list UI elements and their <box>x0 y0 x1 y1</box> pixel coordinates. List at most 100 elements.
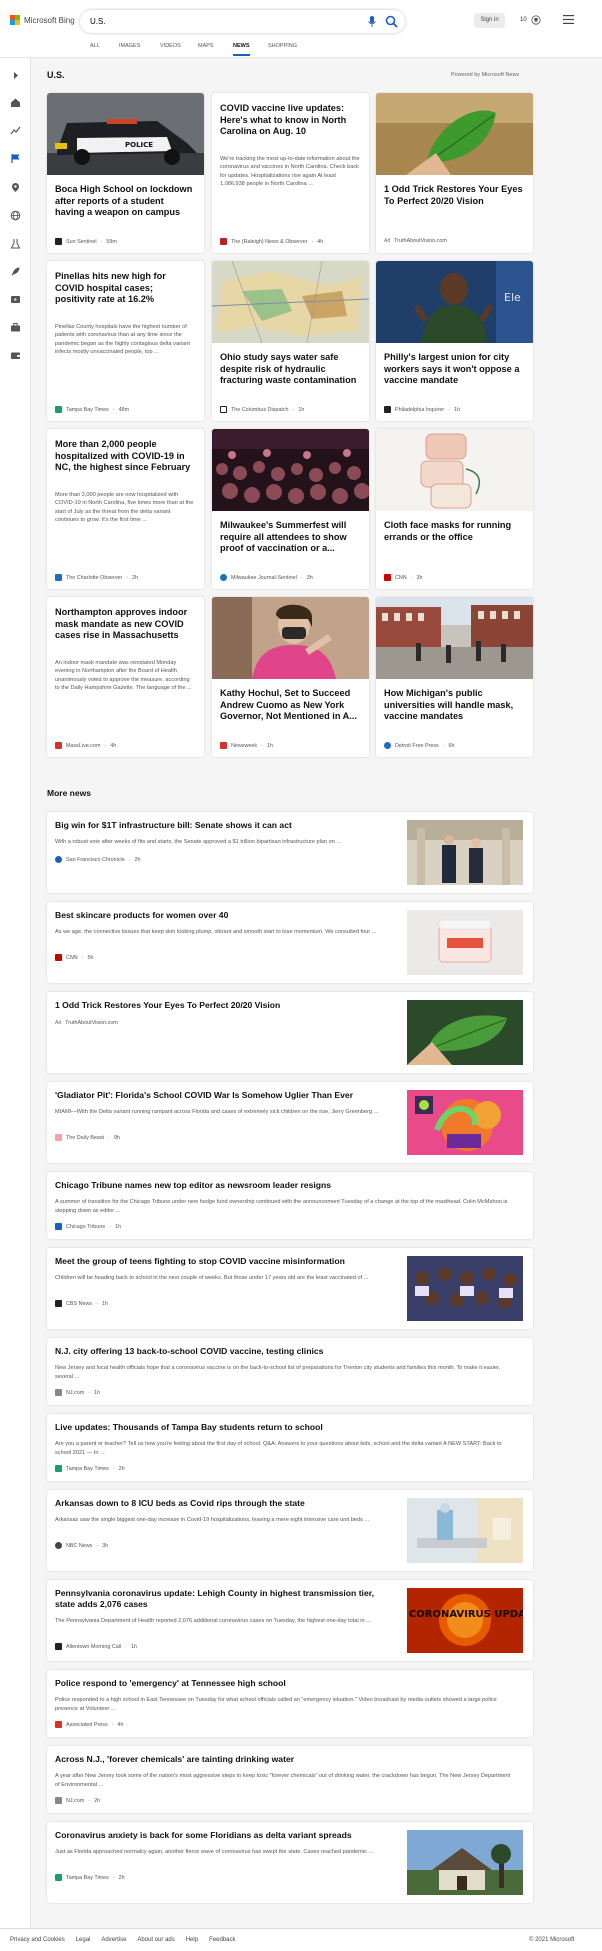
item-title[interactable]: Live updates: Thousands of Tampa Bay stu… <box>55 1422 323 1433</box>
trophy-icon <box>531 15 541 25</box>
item-title[interactable]: Big win for $1T infrastructure bill: Sen… <box>55 820 292 831</box>
card-title[interactable]: Boca High School on lockdown after repor… <box>55 184 195 219</box>
item-title[interactable]: Chicago Tribune names new top editor as … <box>55 1180 331 1191</box>
footer-link-feedback[interactable]: Feedback <box>209 1937 235 1943</box>
news-list-item[interactable]: Pennsylvania coronavirus update: Lehigh … <box>47 1580 533 1661</box>
ad-list-item[interactable]: 1 Odd Trick Restores Your Eyes To Perfec… <box>47 992 533 1073</box>
ad-card[interactable]: 1 Odd Trick Restores Your Eyes To Perfec… <box>376 93 533 253</box>
search-input[interactable] <box>90 14 345 29</box>
item-title[interactable]: Best skincare products for women over 40 <box>55 910 228 921</box>
news-list-item[interactable]: Live updates: Thousands of Tampa Bay stu… <box>47 1414 533 1481</box>
card-title[interactable]: Milwaukee's Summerfest will require all … <box>220 520 360 555</box>
item-title[interactable]: 'Gladiator Pit': Florida's School COVID … <box>55 1090 353 1101</box>
card-title[interactable]: Northampton approves indoor mask mandate… <box>55 607 195 642</box>
item-description: New Jersey and local health officials ho… <box>55 1365 501 1380</box>
news-card[interactable]: Ele Philly's largest union for city work… <box>376 261 533 421</box>
bing-logo[interactable]: Microsoft Bing <box>10 15 75 25</box>
card-title[interactable]: How Michigan's public universities will … <box>384 688 524 723</box>
tab-news[interactable]: NEWS <box>233 43 250 56</box>
news-card[interactable]: How Michigan's public universities will … <box>376 597 533 757</box>
card-description: Pinellas County hospitals have the highe… <box>55 324 190 356</box>
source-name: CNN <box>395 574 407 581</box>
search-icon[interactable] <box>385 15 398 28</box>
footer-link-privacy[interactable]: Privacy and Cookies <box>10 1937 65 1943</box>
briefcase-icon[interactable] <box>10 322 21 333</box>
source-name: CNN <box>66 954 78 961</box>
item-source: CBS News · 1h <box>55 1300 108 1307</box>
item-description: MIAMI—With the Delta variant running ram… <box>55 1109 379 1115</box>
card-title[interactable]: Ohio study says water safe despite risk … <box>220 352 360 387</box>
news-list-item[interactable]: Across N.J., 'forever chemicals' are tai… <box>47 1746 533 1813</box>
science-icon[interactable] <box>10 238 21 249</box>
home-icon[interactable] <box>10 97 21 108</box>
news-list-item[interactable]: Chicago Tribune names new top editor as … <box>47 1172 533 1239</box>
news-list-item[interactable]: Big win for $1T infrastructure bill: Sen… <box>47 812 533 893</box>
source-name: Philadelphia Inquirer <box>395 406 445 413</box>
sign-in-button[interactable]: Sign in <box>474 13 505 28</box>
wallet-icon[interactable] <box>10 350 21 361</box>
tab-shopping[interactable]: SHOPPING <box>268 43 297 56</box>
news-list-item[interactable]: 'Gladiator Pit': Florida's School COVID … <box>47 1082 533 1163</box>
tab-images[interactable]: IMAGES <box>119 43 140 56</box>
microphone-icon[interactable] <box>366 15 378 28</box>
video-icon[interactable] <box>10 294 21 305</box>
news-card[interactable]: More than 2,000 people hospitalized with… <box>47 429 204 589</box>
location-pin-icon[interactable] <box>10 182 21 193</box>
card-title[interactable]: Philly's largest union for city workers … <box>384 352 524 387</box>
card-title[interactable]: More than 2,000 people hospitalized with… <box>55 439 195 474</box>
card-source: Tampa Bay Times · 48m <box>55 406 129 413</box>
rewards-button[interactable]: 10 <box>520 15 541 25</box>
rocket-icon[interactable] <box>10 266 21 277</box>
news-card[interactable]: COVID vaccine live updates: Here's what … <box>212 93 369 253</box>
news-list-item[interactable]: Coronavirus anxiety is back for some Flo… <box>47 1822 533 1903</box>
source-name: The Daily Beast <box>66 1134 105 1141</box>
source-name: The (Raleigh) News & Observer <box>231 238 308 245</box>
source-separator: · <box>112 1874 115 1881</box>
image-title: PA CORONAVIRUS UPDATE <box>407 1609 523 1620</box>
item-title[interactable]: Police respond to 'emergency' at Tenness… <box>55 1678 286 1689</box>
trending-icon[interactable] <box>10 125 21 136</box>
news-card[interactable]: Pinellas hits new high for COVID hospita… <box>47 261 204 421</box>
globe-icon[interactable] <box>10 210 21 221</box>
card-source: CNN · 3h <box>384 574 422 581</box>
hamburger-menu-icon[interactable] <box>563 15 574 24</box>
news-card[interactable]: Kathy Hochul, Set to Succeed Andrew Cuom… <box>212 597 369 757</box>
footer-link-about-ads[interactable]: About our ads <box>137 1937 174 1943</box>
source-separator: · <box>108 1134 110 1141</box>
tab-all[interactable]: ALL <box>90 43 100 56</box>
source-separator: · <box>261 742 263 749</box>
footer-link-advertise[interactable]: Advertise <box>101 1937 126 1943</box>
news-list-item[interactable]: Best skincare products for women over 40… <box>47 902 533 983</box>
item-title[interactable]: Coronavirus anxiety is back for some Flo… <box>55 1830 352 1841</box>
item-title[interactable]: Pennsylvania coronavirus update: Lehigh … <box>55 1588 395 1610</box>
item-description: Just as Florida approached normalcy agai… <box>55 1849 374 1855</box>
item-title[interactable]: 1 Odd Trick Restores Your Eyes To Perfec… <box>55 1000 280 1011</box>
news-card[interactable]: Cloth face masks for running errands or … <box>376 429 533 589</box>
news-list-item[interactable]: N.J. city offering 13 back-to-school COV… <box>47 1338 533 1405</box>
flag-us-icon[interactable] <box>10 153 21 164</box>
card-title[interactable]: Cloth face masks for running errands or … <box>384 520 524 543</box>
footer-link-legal[interactable]: Legal <box>76 1937 91 1943</box>
expand-arrow-icon[interactable] <box>10 70 21 81</box>
news-card[interactable]: POLICE Boca High School on lockdown afte… <box>47 93 204 253</box>
footer-link-help[interactable]: Help <box>186 1937 198 1943</box>
card-title[interactable]: Pinellas hits new high for COVID hospita… <box>55 271 195 306</box>
news-card[interactable]: Ohio study says water safe despite risk … <box>212 261 369 421</box>
item-title[interactable]: N.J. city offering 13 back-to-school COV… <box>55 1346 323 1357</box>
card-title[interactable]: Kathy Hochul, Set to Succeed Andrew Cuom… <box>220 688 360 723</box>
news-list-item[interactable]: Arkansas down to 8 ICU beds as Covid rip… <box>47 1490 533 1571</box>
news-card[interactable]: Northampton approves indoor mask mandate… <box>47 597 204 757</box>
item-title[interactable]: Arkansas down to 8 ICU beds as Covid rip… <box>55 1498 305 1509</box>
card-title[interactable]: 1 Odd Trick Restores Your Eyes To Perfec… <box>384 184 524 207</box>
source-name: Milwaukee Journal-Sentinel <box>231 574 297 581</box>
news-list-item[interactable]: Police respond to 'emergency' at Tenness… <box>47 1670 533 1737</box>
item-title[interactable]: Meet the group of teens fighting to stop… <box>55 1256 345 1267</box>
card-title[interactable]: COVID vaccine live updates: Here's what … <box>220 103 360 138</box>
news-list-item[interactable]: Meet the group of teens fighting to stop… <box>47 1248 533 1329</box>
item-title[interactable]: Across N.J., 'forever chemicals' are tai… <box>55 1754 294 1765</box>
news-card[interactable]: Milwaukee's Summerfest will require all … <box>212 429 369 589</box>
tab-videos[interactable]: VIDEOS <box>160 43 181 56</box>
item-description: The Pennsylvania Department of Health re… <box>55 1618 371 1624</box>
tab-maps[interactable]: MAPS <box>198 43 214 56</box>
source-logo-icon <box>55 1134 62 1141</box>
